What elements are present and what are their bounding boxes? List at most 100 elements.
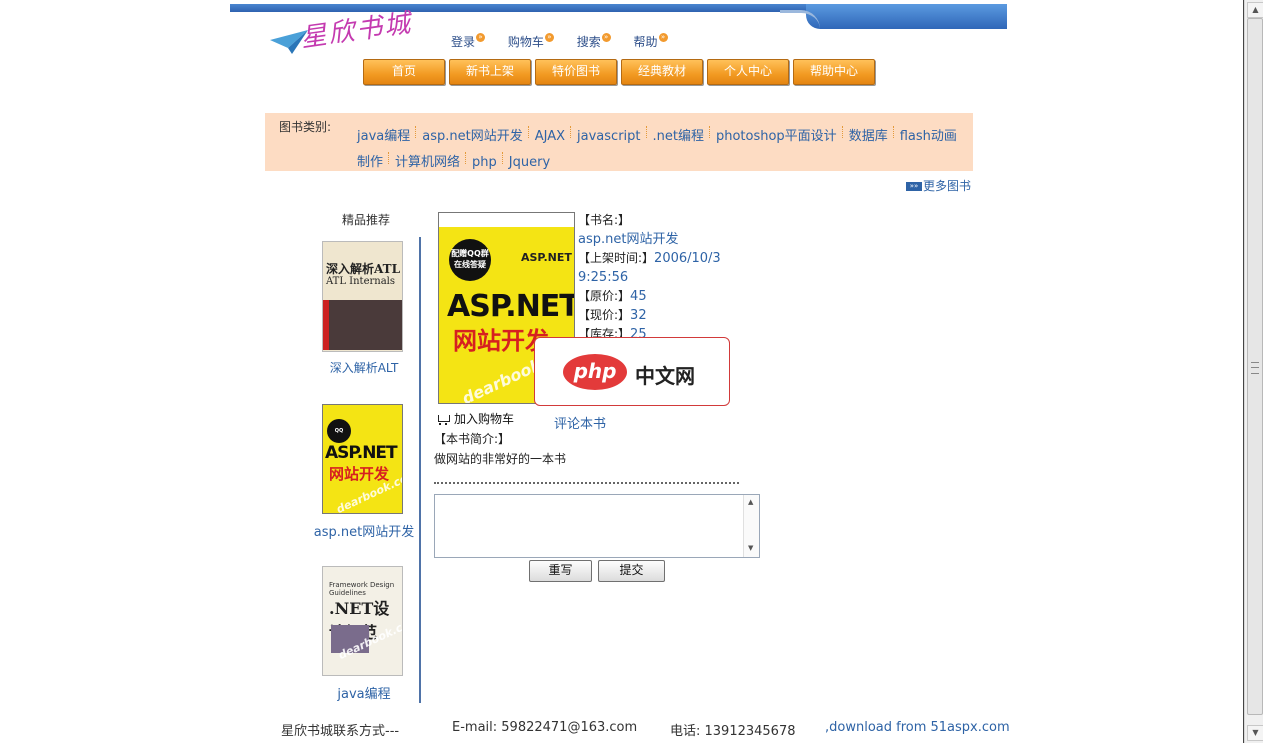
- category-link[interactable]: asp.net网站开发: [422, 129, 522, 144]
- search-label: 搜索: [576, 35, 601, 49]
- logo-text: 星欣书城: [298, 8, 414, 54]
- separator: [501, 151, 504, 164]
- separator: [388, 151, 390, 164]
- add-to-cart-label: 加入购物车: [454, 412, 515, 426]
- scroll-up-icon[interactable]: ▲: [1247, 2, 1263, 18]
- cover-corner-label: ASP.NET: [521, 251, 572, 264]
- separator: [570, 125, 572, 138]
- nav-special-offers[interactable]: 特价图书: [535, 59, 617, 85]
- recommend-item-name[interactable]: 深入解析ALT: [304, 359, 424, 376]
- nav-help-center[interactable]: 帮助中心: [793, 59, 875, 85]
- more-books-label: 更多图书: [923, 179, 972, 193]
- arrow-icon: »: [658, 33, 668, 42]
- separator: [465, 151, 467, 164]
- reset-button[interactable]: 重写: [529, 560, 592, 582]
- nav-user-center[interactable]: 个人中心: [707, 59, 789, 85]
- arrow-icon: »: [601, 33, 611, 42]
- cover-subtitle: ATL Internals: [326, 276, 396, 287]
- dotted-divider: [434, 482, 739, 484]
- cover-subtitle: 网站开发: [329, 465, 390, 483]
- category-link[interactable]: 数据库: [849, 129, 888, 144]
- separator: [645, 125, 648, 138]
- php-logo: php: [563, 354, 627, 390]
- nav-home[interactable]: 首页: [363, 59, 445, 85]
- footer-phone: 电话: 13912345678: [670, 724, 796, 739]
- more-books-link[interactable]: »» 更多图书: [906, 177, 971, 194]
- category-link[interactable]: 计算机网络: [395, 155, 460, 170]
- category-link[interactable]: java编程: [357, 129, 410, 144]
- cover-top-band: [439, 213, 574, 227]
- textarea-scrollbar[interactable]: ▲ ▼: [743, 495, 759, 557]
- cover-title: 深入解析ATL: [326, 262, 401, 276]
- category-label: 图书类别:: [279, 120, 332, 134]
- submit-button[interactable]: 提交: [598, 560, 665, 582]
- category-link[interactable]: javascript: [577, 129, 640, 144]
- php-logo-text: 中文网: [635, 364, 695, 388]
- intro-text: 做网站的非常好的一本书: [434, 452, 567, 466]
- footer-contact: 星欣书城联系方式---: [281, 724, 400, 739]
- date-label: 【上架时间:】: [578, 251, 655, 265]
- cover-title: ASP.NET: [325, 443, 398, 463]
- recommend-item-name[interactable]: asp.net网站开发: [304, 521, 424, 540]
- footer-email: E-mail: 59822471@163.com: [452, 720, 638, 735]
- recommend-title: 精品推荐: [342, 213, 391, 227]
- book-info: 【书名:】 asp.net网站开发 【上架时间:】2006/10/3 9:25:…: [578, 211, 748, 344]
- name-label: 【书名:】: [578, 213, 631, 227]
- cart-label: 购物车: [507, 35, 544, 49]
- comment-textarea[interactable]: ▲ ▼: [434, 494, 760, 558]
- book-cover-aspnet-small[interactable]: QQ ASP.NET 网站开发 dearbook.com: [322, 404, 403, 514]
- review-book-link[interactable]: 评论本书: [554, 413, 606, 432]
- scroll-down-icon[interactable]: ▼: [1247, 725, 1263, 741]
- category-bar: 图书类别: java编程 asp.net网站开发 AJAX javascript .ne…: [265, 113, 973, 171]
- scroll-up-icon[interactable]: ▲: [748, 498, 753, 506]
- search-link[interactable]: 搜索»: [577, 33, 611, 50]
- double-arrow-icon: »»: [906, 182, 922, 191]
- category-link[interactable]: php: [472, 155, 497, 170]
- help-link[interactable]: 帮助»: [634, 33, 668, 50]
- category-list: java编程 asp.net网站开发 AJAX javascript .net编程 pho…: [357, 124, 967, 176]
- category-link[interactable]: AJAX: [535, 129, 565, 144]
- current-price: 32: [630, 308, 647, 323]
- vertical-scrollbar[interactable]: ▲ ▼: [1244, 0, 1263, 743]
- vertical-divider: [419, 237, 421, 703]
- separator: [415, 125, 417, 138]
- site-logo[interactable]: 星欣书城: [270, 8, 420, 54]
- book-cover-net[interactable]: Framework Design Guidelines .NET设计规范 dea…: [322, 566, 403, 676]
- scroll-down-icon[interactable]: ▼: [748, 544, 753, 552]
- separator: [841, 125, 844, 138]
- separator: [708, 125, 711, 138]
- add-to-cart-button[interactable]: 加入购物车: [436, 410, 514, 427]
- arrow-icon: »: [476, 33, 486, 42]
- php-watermark-overlay: php 中文网: [534, 337, 730, 406]
- price-label: 【现价:】: [578, 308, 631, 322]
- category-link[interactable]: Jquery: [509, 155, 550, 170]
- grip-icon: [1251, 362, 1259, 374]
- cover-badge: 配赠QQ群在线答疑: [449, 239, 491, 281]
- help-label: 帮助: [633, 35, 658, 49]
- book-name: asp.net网站开发: [578, 232, 679, 247]
- intro-label: 【本书简介:】: [434, 432, 511, 446]
- nav-new-books[interactable]: 新书上架: [449, 59, 531, 85]
- top-links: 登录» 购物车» 搜索» 帮助»: [451, 33, 687, 49]
- category-link[interactable]: photoshop平面设计: [716, 129, 837, 144]
- book-cover-atl[interactable]: 深入解析ATL ATL Internals: [322, 241, 403, 352]
- footer-download-link[interactable]: ,download from 51aspx.com: [825, 720, 1010, 735]
- cover-title: ASP.NET: [447, 289, 575, 324]
- nav-textbooks[interactable]: 经典教材: [621, 59, 703, 85]
- login-label: 登录: [451, 35, 476, 49]
- header-bar-right: [806, 4, 1007, 29]
- cart-icon: [436, 414, 450, 425]
- separator: [892, 125, 895, 138]
- cover-stripe: [323, 300, 329, 350]
- cover-badge: QQ: [327, 419, 351, 443]
- orig-price: 45: [630, 289, 647, 304]
- scrollbar-thumb[interactable]: [1247, 18, 1263, 715]
- login-link[interactable]: 登录»: [451, 33, 486, 50]
- category-link[interactable]: .net编程: [653, 129, 704, 144]
- recommend-item-name[interactable]: java编程: [304, 683, 424, 702]
- cover-band: [323, 300, 402, 350]
- cart-link[interactable]: 购物车»: [508, 33, 554, 50]
- separator: [527, 125, 530, 138]
- arrow-icon: »: [544, 33, 554, 42]
- orig-price-label: 【原价:】: [578, 289, 631, 303]
